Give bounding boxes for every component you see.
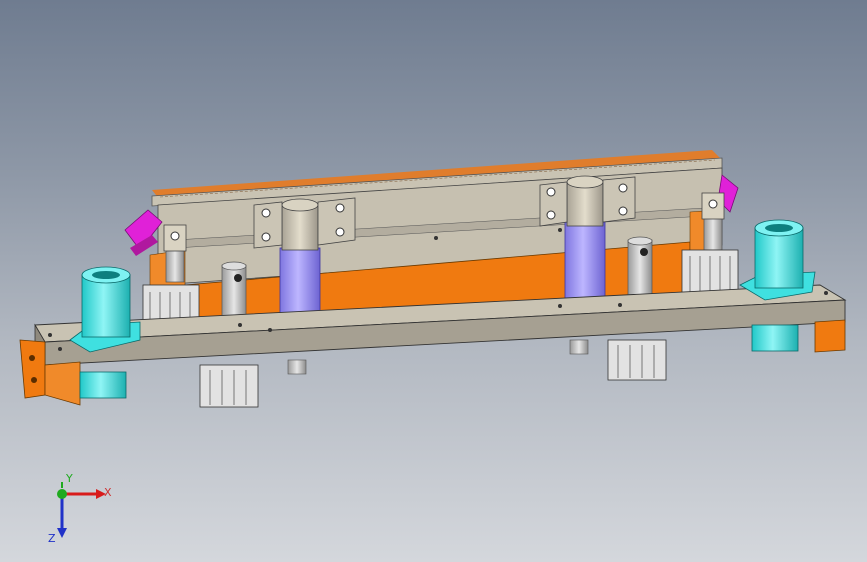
y-axis-label: Y [66,472,73,485]
right-orange-bracket [814,319,846,353]
left-magenta-stop[interactable] [124,209,163,256]
x-axis-label: X [104,486,112,499]
right-steel-pin[interactable] [627,236,653,303]
left-lower-cylinder[interactable] [199,359,307,408]
right-lower-cylinder[interactable] [569,339,667,381]
fixture-assembly-model[interactable] [0,0,867,562]
cad-viewport[interactable]: X Y Z [0,0,867,562]
coordinate-triad: X Y Z [40,472,120,550]
z-axis-label: Z [48,532,56,545]
right-linear-bearing[interactable] [739,219,816,352]
left-linear-bearing[interactable] [69,266,141,399]
